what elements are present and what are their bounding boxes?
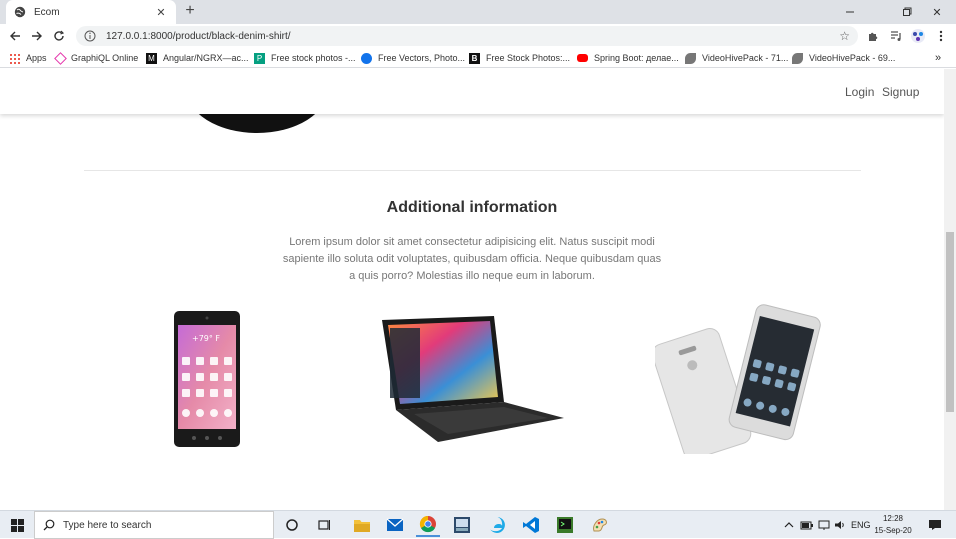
browser-menu-icon[interactable] <box>932 27 950 45</box>
file-explorer-icon[interactable] <box>350 513 374 537</box>
back-arrow-icon[interactable] <box>6 27 24 45</box>
browser-toolbar: 127.0.0.1:8000/product/black-denim-shirt… <box>0 24 956 48</box>
extensions-puzzle-icon[interactable] <box>864 27 882 45</box>
phone-image: +79° F <box>174 311 240 447</box>
battery-icon[interactable] <box>800 511 814 539</box>
bookmark-apps[interactable]: Apps <box>9 51 47 65</box>
bookmark-videohivepack-71[interactable]: VideoHivePack - 71... <box>685 51 788 65</box>
bookmark-free-stock-photos-b[interactable]: B Free Stock Photos:... <box>469 51 570 65</box>
section-divider <box>84 170 861 171</box>
medium-icon: M <box>146 52 157 64</box>
login-link[interactable]: Login <box>845 85 874 99</box>
windows-start-icon[interactable] <box>0 511 34 539</box>
search-icon <box>43 519 55 531</box>
signup-link[interactable]: Signup <box>882 85 919 99</box>
bookmark-spring-boot[interactable]: Spring Boot: делае... <box>577 51 679 65</box>
reload-icon[interactable] <box>50 27 68 45</box>
task-view-icon[interactable] <box>312 513 336 537</box>
clock-time: 12:28 <box>882 514 904 523</box>
forward-arrow-icon[interactable] <box>28 27 46 45</box>
bookmark-graphiql[interactable]: GraphiQL Online <box>54 51 138 65</box>
phone-screen-temp: +79° F <box>192 334 220 343</box>
url-text[interactable]: 127.0.0.1:8000/product/black-denim-shirt… <box>106 31 839 42</box>
graphql-icon <box>54 51 67 65</box>
browser-tab-bar: Ecom ✕ + ✕ <box>0 0 956 24</box>
youtube-icon <box>577 54 588 62</box>
profile-avatar-icon[interactable] <box>909 27 927 45</box>
tray-chevron-icon[interactable] <box>784 511 794 539</box>
videohive-icon <box>792 52 803 64</box>
videohive-icon <box>685 52 696 64</box>
bookmark-angular-ngrx[interactable]: M Angular/NGRX—ас... <box>146 51 249 65</box>
close-window-icon[interactable]: ✕ <box>922 0 952 24</box>
paint-icon[interactable] <box>588 513 612 537</box>
volume-icon[interactable] <box>834 511 846 539</box>
taskbar-search-box[interactable]: Type here to search <box>34 511 274 539</box>
bookmark-videohivepack-69[interactable]: VideoHivePack - 69... <box>792 51 895 65</box>
chrome-icon[interactable] <box>416 513 440 537</box>
taskbar-clock[interactable]: 12:28 15-Sep-20 <box>868 513 918 537</box>
terminal-icon[interactable] <box>553 513 577 537</box>
address-bar[interactable]: 127.0.0.1:8000/product/black-denim-shirt… <box>76 26 858 46</box>
tab-title: Ecom <box>34 6 60 18</box>
vscode-icon[interactable] <box>519 513 543 537</box>
network-icon[interactable] <box>818 511 830 539</box>
apps-grid-icon <box>9 52 20 64</box>
minimize-icon[interactable] <box>835 0 865 24</box>
bookmarks-bar: Apps GraphiQL Online M Angular/NGRX—ас..… <box>0 48 956 68</box>
clock-date: 15-Sep-20 <box>874 526 912 535</box>
terminal-app-icon[interactable] <box>450 513 474 537</box>
freepik-icon <box>361 52 372 64</box>
scrollbar-thumb[interactable] <box>946 232 954 412</box>
windows-taskbar: Type here to search ENG 12:28 15-Sep-20 <box>0 510 956 539</box>
page-scrollbar[interactable] <box>944 69 956 510</box>
media-queue-icon[interactable] <box>887 27 905 45</box>
tab-ecom[interactable]: Ecom ✕ <box>6 0 176 24</box>
section-description: Lorem ipsum dolor sit amet consectetur a… <box>282 236 662 282</box>
search-placeholder: Type here to search <box>63 519 152 531</box>
page-viewport: Login Signup Additional information Lore… <box>0 69 944 477</box>
section-title: Additional information <box>386 199 558 216</box>
mail-icon[interactable] <box>383 513 407 537</box>
bookmark-free-vectors[interactable]: Free Vectors, Photo... <box>361 51 465 65</box>
info-icon[interactable] <box>84 30 96 42</box>
restore-icon[interactable] <box>892 0 922 24</box>
tab-close-icon[interactable]: ✕ <box>154 6 168 19</box>
cortana-icon[interactable] <box>280 513 304 537</box>
burst-icon: B <box>469 52 480 64</box>
notifications-icon[interactable] <box>928 511 942 539</box>
edge-icon[interactable] <box>485 513 509 537</box>
bookmark-free-stock-photos[interactable]: P Free stock photos -... <box>254 51 356 65</box>
site-navbar: Login Signup <box>0 69 944 114</box>
silver-phones-image <box>655 304 821 454</box>
bookmark-star-icon[interactable]: ☆ <box>839 29 850 43</box>
laptop-image <box>382 316 564 442</box>
more-bookmarks-chevron-icon[interactable]: » <box>935 51 941 65</box>
globe-icon <box>14 6 26 18</box>
new-tab-button[interactable]: + <box>182 3 198 19</box>
pexels-icon: P <box>254 52 265 64</box>
